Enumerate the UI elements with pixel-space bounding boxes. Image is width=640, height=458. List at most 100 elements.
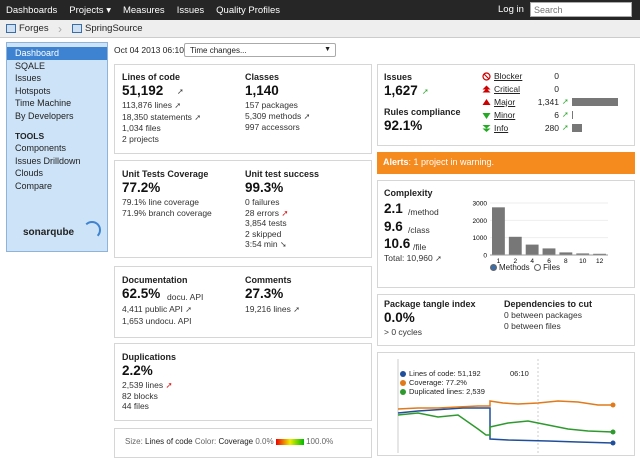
tangle-value[interactable]: 0.0%: [384, 310, 415, 325]
severity-count[interactable]: 6: [533, 110, 559, 120]
sidebar-item-time-machine[interactable]: Time Machine: [7, 97, 107, 110]
package-cuts[interactable]: 0 between packages: [504, 310, 582, 321]
duplicated-files-count[interactable]: 44 files: [122, 401, 173, 412]
color-max: 100.0%: [306, 437, 334, 446]
line-coverage[interactable]: 79.1% line coverage: [122, 197, 212, 208]
accessors-count[interactable]: 997 accessors: [245, 122, 310, 133]
color-min: 0.0%: [255, 437, 274, 446]
coverage-value[interactable]: 77.2%: [122, 180, 160, 195]
duplicated-lines-count[interactable]: 2,539 lines: [122, 380, 163, 390]
duplications-details: 2,539 lines ➚ 82 blocks 44 files: [122, 380, 173, 412]
methods-radio[interactable]: Methods: [490, 263, 530, 272]
loc-value[interactable]: 51,192: [122, 83, 163, 98]
packages-count[interactable]: 157 packages: [245, 100, 310, 111]
severity-bar: [572, 124, 582, 132]
sidebar-item-dashboard[interactable]: Dashboard: [7, 47, 107, 60]
methods-count[interactable]: 5,309 methods: [245, 111, 301, 121]
file-cuts[interactable]: 0 between files: [504, 321, 582, 332]
severity-info-link[interactable]: Info: [494, 123, 508, 133]
classes-value[interactable]: 1,140: [245, 83, 279, 98]
documentation-value[interactable]: 62.5%: [122, 286, 160, 301]
duplicated-blocks-count[interactable]: 82 blocks: [122, 391, 173, 402]
sidebar-item-by-developers[interactable]: By Developers: [7, 110, 107, 123]
test-success-value[interactable]: 99.3%: [245, 180, 283, 195]
complexity-total-value[interactable]: Total: 10,960: [384, 253, 433, 263]
severity-count[interactable]: 0: [533, 71, 559, 81]
sidebar-item-hotspots[interactable]: Hotspots: [7, 85, 107, 98]
time-changes-value: Time changes...: [190, 46, 247, 55]
nav-issues[interactable]: Issues: [177, 5, 204, 16]
legend-coverage: Coverage: 77.2%: [400, 378, 485, 387]
duplication-point[interactable]: [610, 429, 616, 435]
files-count[interactable]: 1,034 files: [122, 123, 201, 134]
severity-count[interactable]: 1,341: [533, 97, 559, 107]
severity-blocker-link[interactable]: Blocker: [494, 71, 522, 81]
color-metric[interactable]: Coverage: [218, 437, 253, 446]
errors-count[interactable]: 28 errors: [245, 208, 279, 218]
coverage-series-line: [397, 400, 613, 410]
trend-up-icon: ➚: [293, 305, 300, 314]
branch-coverage[interactable]: 71.9% branch coverage: [122, 208, 212, 219]
comments-value[interactable]: 27.3%: [245, 286, 283, 301]
sidebar-item-components[interactable]: Components: [7, 142, 107, 155]
breadcrumb-item-springsource[interactable]: SpringSource: [72, 23, 143, 34]
trend-up-icon: ➚: [303, 111, 311, 121]
sidebar-item-compare[interactable]: Compare: [7, 180, 107, 193]
severity-bar: [572, 111, 573, 119]
sidebar-item-issues-drilldown[interactable]: Issues Drilldown: [7, 155, 107, 168]
coverage-widget: Unit Tests Coverage 77.2% 79.1% line cov…: [114, 160, 372, 258]
severity-critical-link[interactable]: Critical: [494, 84, 520, 94]
sidebar-item-sqale[interactable]: SQALE: [7, 60, 107, 73]
lines-count[interactable]: 113,876 lines: [122, 100, 172, 110]
severity-count[interactable]: 280: [533, 123, 559, 133]
statements-count[interactable]: 18,350 statements: [122, 112, 192, 122]
nav-projects[interactable]: Projects ▾: [69, 5, 111, 16]
coverage-details: 79.1% line coverage 71.9% branch coverag…: [122, 197, 212, 218]
public-api-count[interactable]: 4,411 public API: [122, 304, 183, 314]
loc-details: 113,876 lines ➚ 18,350 statements ➚ 1,03…: [122, 100, 201, 144]
size-metric[interactable]: Lines of code: [145, 437, 193, 446]
y-tick-label: 3000: [473, 201, 488, 208]
complexity-bar: [525, 244, 539, 255]
files-radio[interactable]: Files: [534, 263, 560, 272]
complexity-class-value[interactable]: 9.6: [384, 219, 403, 234]
sidebar-item-issues[interactable]: Issues: [7, 72, 107, 85]
time-changes-select[interactable]: Time changes... ▼: [184, 43, 336, 57]
search-input[interactable]: [530, 2, 632, 17]
skipped-count[interactable]: 2 skipped: [245, 229, 289, 240]
nav-quality-profiles[interactable]: Quality Profiles: [216, 5, 280, 16]
treemap-header: Size: Lines of code Color: Coverage 0.0%…: [125, 437, 333, 446]
projects-count[interactable]: 2 projects: [122, 134, 201, 145]
trend-up-red-icon: ➚: [281, 207, 289, 218]
x-tick-label: 12: [596, 258, 604, 265]
rules-compliance-value[interactable]: 92.1%: [384, 118, 422, 133]
severity-count[interactable]: 0: [533, 84, 559, 94]
loc-point[interactable]: [610, 440, 616, 446]
breadcrumb-item-forges[interactable]: Forges: [6, 23, 49, 34]
test-duration[interactable]: 3:54 min: [245, 239, 278, 249]
duplication-series-line: [397, 412, 614, 436]
issues-value[interactable]: 1,627: [384, 83, 418, 98]
trend-up-icon: ➚: [435, 254, 442, 263]
severity-major-link[interactable]: Major: [494, 97, 515, 107]
duplications-value[interactable]: 2.2%: [122, 363, 153, 378]
comment-lines-count[interactable]: 19,216 lines: [245, 304, 291, 314]
nav-measures[interactable]: Measures: [123, 5, 165, 16]
test-success-label: Unit test success: [245, 169, 320, 179]
complexity-method-value[interactable]: 2.1: [384, 201, 403, 216]
login-link[interactable]: Log in: [498, 4, 524, 15]
severity-minor-link[interactable]: Minor: [494, 110, 515, 120]
major-icon: [482, 98, 491, 106]
complexity-file-value[interactable]: 10.6: [384, 236, 410, 251]
failures-count[interactable]: 0 failures: [245, 197, 289, 208]
coverage-point[interactable]: [610, 402, 616, 408]
undocumented-api-count[interactable]: 1,653 undocu. API: [122, 316, 192, 327]
alert-prefix: Alerts: [383, 157, 409, 167]
tests-count[interactable]: 3,854 tests: [245, 218, 289, 229]
logo-text: sonarqube: [23, 227, 75, 238]
complexity-widget: Complexity 2.1 /method 9.6 /class 10.6 /…: [377, 180, 635, 288]
nav-dashboards[interactable]: Dashboards: [6, 5, 57, 16]
complexity-toggle: Methods Files: [490, 263, 560, 272]
cycles-count[interactable]: > 0 cycles: [384, 327, 422, 338]
sidebar-item-clouds[interactable]: Clouds: [7, 167, 107, 180]
